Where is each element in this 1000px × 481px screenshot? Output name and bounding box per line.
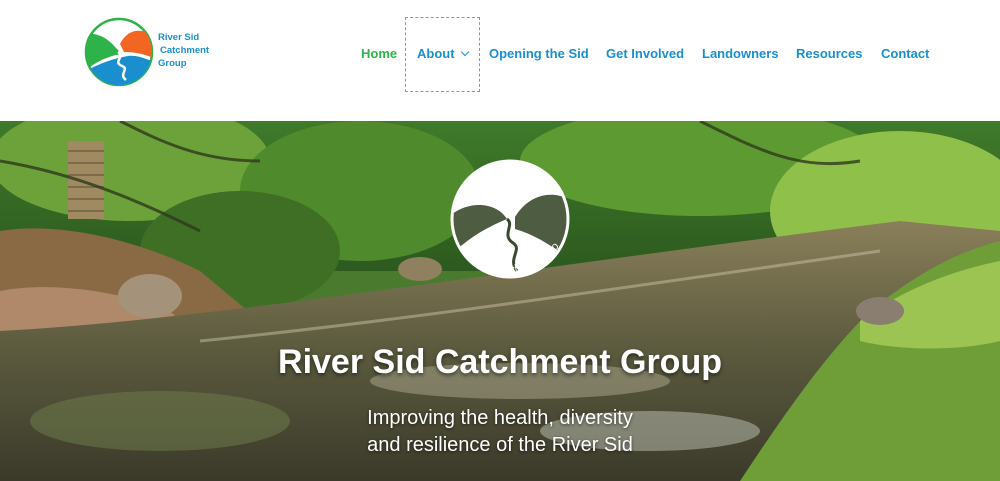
nav-about-label: About [417, 46, 455, 61]
chevron-down-icon [460, 47, 469, 57]
main-navigation: Home About Opening the Sid Get Involved … [0, 0, 1000, 121]
hero-subtitle-line-1: Improving the health, diversity [367, 407, 633, 429]
hero-banner: River Sid Catchment Group River Sid Catc… [0, 121, 1000, 481]
nav-get-involved[interactable]: Get Involved [606, 46, 684, 61]
site-header: River Sid Catchment Group Home About Ope… [0, 0, 1000, 121]
hero-subtitle-line-2: and resilience of the River Sid [367, 434, 633, 456]
nav-resources[interactable]: Resources [796, 46, 862, 61]
nav-home[interactable]: Home [361, 46, 397, 61]
river-sid-emblem-icon: River Sid Catchment Group [443, 159, 570, 279]
hero-subtitle: Improving the health, diversity and resi… [0, 405, 1000, 459]
nav-landowners[interactable]: Landowners [702, 46, 779, 61]
hero-title: River Sid Catchment Group [278, 343, 722, 381]
nav-contact[interactable]: Contact [881, 46, 929, 61]
nav-opening-the-sid[interactable]: Opening the Sid [489, 46, 589, 61]
nav-about[interactable]: About [417, 46, 469, 61]
